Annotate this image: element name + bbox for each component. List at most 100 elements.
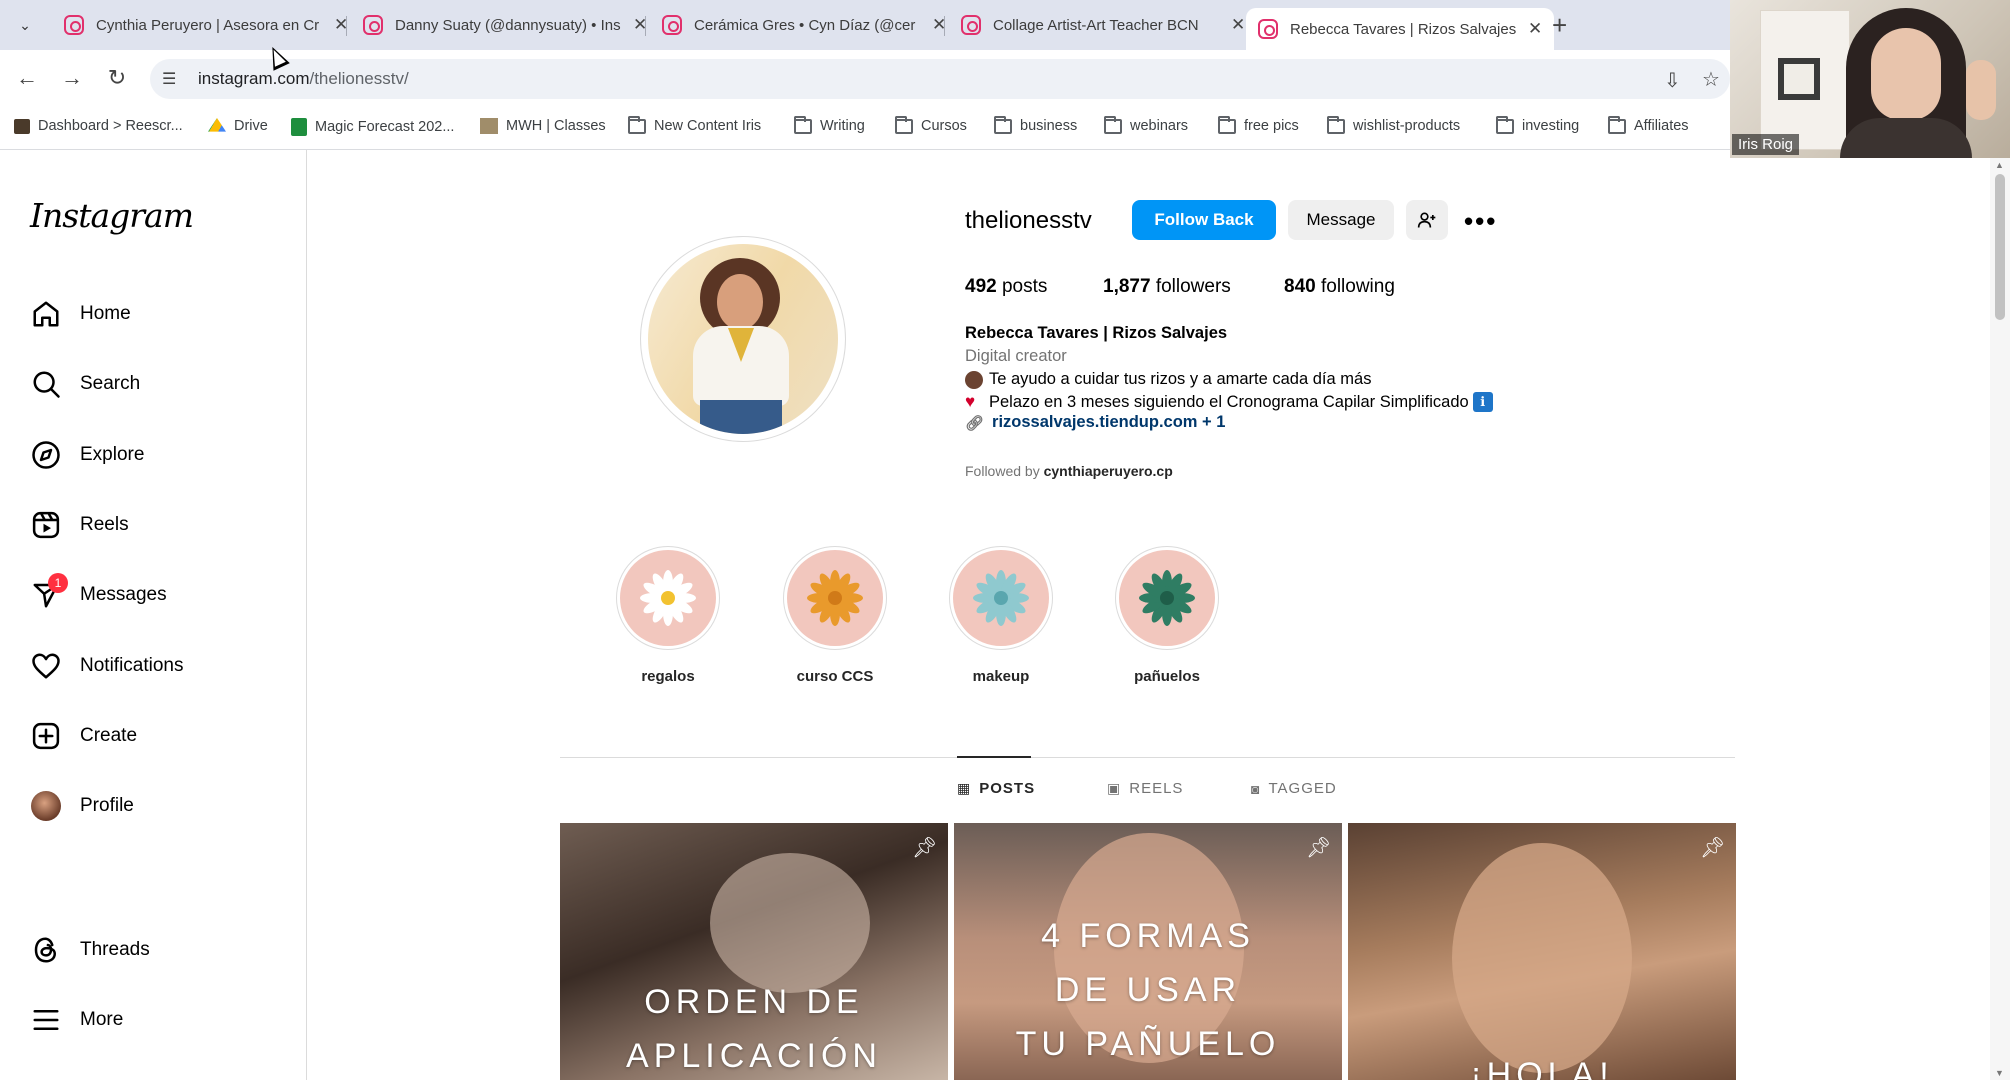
sidebar-item-more[interactable]: More — [30, 1000, 123, 1040]
sidebar-item-label: More — [80, 1009, 124, 1030]
story-highlight[interactable]: curso CCS — [780, 546, 890, 685]
profile-photo — [648, 244, 838, 434]
profile-full-name: Rebecca Tavares | Rizos Salvajes — [965, 324, 1228, 342]
close-icon[interactable]: ✕ — [1528, 19, 1542, 39]
browser-tab[interactable]: Cynthia Peruyero | Asesora en Cr ✕ — [52, 8, 360, 42]
highlight-cover — [787, 550, 883, 646]
story-highlight[interactable]: regalos — [613, 546, 723, 685]
new-tab-plus-icon[interactable]: + — [1552, 10, 1567, 41]
sidebar-item-reels[interactable]: Reels — [30, 505, 129, 545]
bookmark-item[interactable]: Dashboard > Reescr... — [14, 118, 183, 134]
browser-tab[interactable]: Cerámica Gres • Cyn Díaz (@cer ✕ — [650, 8, 958, 42]
post-thumbnail[interactable]: 📌︎ ¡HOLA! — [1348, 823, 1736, 1080]
sidebar-item-explore[interactable]: Explore — [30, 435, 144, 475]
sidebar-item-label: Notifications — [80, 655, 184, 676]
bookmark-item[interactable]: webinars — [1104, 115, 1188, 134]
messenger-icon: 1 — [30, 573, 68, 611]
page-scrollbar[interactable]: ▲ ▼ — [1990, 158, 2010, 1080]
flower-icon — [973, 570, 1029, 626]
scrollbar-thumb[interactable] — [1995, 174, 2005, 320]
sidebar-item-profile[interactable]: Profile — [30, 786, 134, 826]
close-icon[interactable]: ✕ — [1231, 15, 1245, 35]
bookmark-item[interactable]: investing — [1496, 115, 1579, 134]
post-thumbnail[interactable]: 📌︎ 4 FORMAS DE USAR TU PAÑUELO — [954, 823, 1342, 1080]
compass-icon — [30, 439, 62, 471]
post-text: 4 FORMAS — [1041, 917, 1255, 955]
url-text[interactable]: instagram.com/thelionesstv/ — [198, 69, 409, 89]
tab-label: POSTS — [979, 780, 1036, 797]
bio-link-text[interactable]: rizossalvajes.tiendup.com + 1 — [992, 413, 1225, 432]
bookmark-item[interactable]: New Content Iris — [628, 115, 761, 134]
bookmark-label: MWH | Classes — [506, 118, 606, 134]
video-background-frame — [1778, 58, 1820, 100]
followers-stat[interactable]: 1,877 followers — [1103, 276, 1231, 298]
forward-arrow-icon[interactable]: → — [57, 63, 87, 93]
messages-badge: 1 — [48, 573, 68, 593]
story-highlight[interactable]: pañuelos — [1112, 546, 1222, 685]
browser-tab-strip: ⌄ Cynthia Peruyero | Asesora en Cr ✕ Dan… — [0, 0, 2010, 50]
bookmark-item[interactable]: wishlist-products — [1327, 115, 1461, 134]
tab-search-chevron-icon[interactable]: ⌄ — [12, 12, 38, 38]
scroll-up-arrow-icon[interactable]: ▲ — [1995, 160, 2004, 170]
story-highlight[interactable]: makeup — [946, 546, 1056, 685]
followed-by-user[interactable]: cynthiaperuyero.cp — [1044, 463, 1173, 479]
bookmark-star-icon[interactable]: ☆ — [1702, 67, 1720, 92]
instagram-logo[interactable]: Instagram — [30, 196, 194, 235]
profile-avatar-wrap — [30, 790, 62, 822]
profile-picture[interactable] — [640, 236, 846, 442]
browser-tab[interactable]: Danny Suaty (@dannysuaty) • Ins ✕ — [351, 8, 659, 42]
highlight-ring — [783, 546, 887, 650]
bookmark-item[interactable]: business — [994, 115, 1077, 134]
browser-tab[interactable]: Collage Artist-Art Teacher BCN ✕ — [949, 8, 1257, 42]
bookmark-item[interactable]: MWH | Classes — [480, 118, 606, 134]
site-settings-icon[interactable]: ☰ — [162, 69, 176, 89]
post-thumbnail[interactable]: 📌︎ ORDEN DE APLICACIÓN — [560, 823, 948, 1080]
follow-back-button[interactable]: Follow Back — [1132, 200, 1276, 240]
tab-tagged[interactable]: ◙ TAGGED — [1251, 780, 1337, 797]
bookmark-item[interactable]: Affiliates — [1608, 115, 1689, 134]
address-bar[interactable]: ☰ instagram.com/thelionesstv/ ⇩ ☆ — [150, 59, 1730, 99]
bookmark-item[interactable]: Cursos — [895, 115, 967, 134]
tab-title: Rebecca Tavares | Rizos Salvajes — [1290, 20, 1517, 38]
highlight-cover — [1119, 550, 1215, 646]
bio-link[interactable]: 🔗︎ rizossalvajes.tiendup.com + 1 — [965, 413, 1225, 432]
bookmark-item[interactable]: free pics — [1218, 115, 1299, 134]
video-call-overlay[interactable]: Iris Roig — [1730, 0, 2010, 158]
sidebar-item-threads[interactable]: Threads — [30, 930, 150, 970]
tab-posts[interactable]: ▦ POSTS — [957, 780, 1035, 797]
reload-icon[interactable]: ↻ — [102, 63, 132, 93]
sidebar-item-label: Profile — [80, 795, 134, 816]
tab-title: Danny Suaty (@dannysuaty) • Ins — [395, 16, 621, 34]
followed-by[interactable]: Followed by cynthiaperuyero.cp — [965, 463, 1173, 479]
highlight-ring — [1115, 546, 1219, 650]
sidebar-item-home[interactable]: Home — [30, 294, 131, 334]
search-icon — [30, 368, 62, 400]
sidebar-item-search[interactable]: Search — [30, 364, 140, 404]
bookmark-label: wishlist-products — [1353, 118, 1461, 134]
posts-count: 492 — [965, 276, 997, 297]
drive-icon — [208, 118, 226, 132]
grid-icon: ▦ — [957, 780, 972, 796]
bookmark-item[interactable]: Drive — [208, 118, 268, 134]
video-person-face — [1871, 28, 1941, 120]
back-arrow-icon[interactable]: ← — [12, 63, 42, 93]
following-stat[interactable]: 840 following — [1284, 276, 1395, 298]
sidebar-item-create[interactable]: Create — [30, 716, 137, 756]
tab-label: TAGGED — [1268, 780, 1337, 797]
sidebar-item-notifications[interactable]: Notifications — [30, 646, 184, 686]
more-options-icon[interactable]: ••• — [1464, 206, 1497, 237]
tab-title: Collage Artist-Art Teacher BCN — [993, 16, 1199, 34]
bookmark-item[interactable]: Magic Forecast 202... — [291, 118, 454, 136]
scroll-down-arrow-icon[interactable]: ▼ — [1995, 1068, 2004, 1078]
browser-tab-active[interactable]: Rebecca Tavares | Rizos Salvajes ✕ — [1246, 8, 1555, 50]
tab-reels[interactable]: ▣ REELS — [1107, 780, 1183, 797]
bookmark-item[interactable]: Writing — [794, 115, 865, 134]
sidebar-item-label: Explore — [80, 444, 145, 465]
sidebar-item-messages[interactable]: 1 Messages — [30, 573, 167, 615]
install-app-icon[interactable]: ⇩ — [1664, 68, 1681, 93]
flower-center — [994, 591, 1008, 605]
message-button[interactable]: Message — [1288, 200, 1394, 240]
bio-text: Te ayudo a cuidar tus rizos y a amarte c… — [989, 370, 1372, 388]
suggested-users-button[interactable] — [1406, 200, 1448, 240]
url-host: instagram.com — [198, 69, 310, 88]
